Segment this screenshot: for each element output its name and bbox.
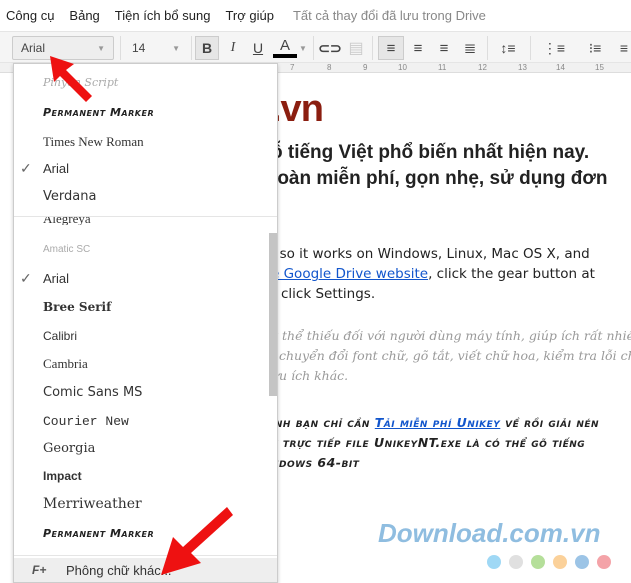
ruler-mark: 12: [478, 63, 487, 72]
watermark-logo: Download.com.vn: [378, 518, 601, 548]
align-center-icon[interactable]: ≡: [406, 36, 430, 60]
text: , click the gear button at: [428, 266, 595, 282]
scrollbar-thumb[interactable]: [269, 233, 277, 396]
dot: [553, 555, 567, 569]
ruler-mark: 15: [595, 63, 604, 72]
align-right-icon[interactable]: ≡: [432, 36, 456, 60]
ruler-mark: 9: [363, 63, 368, 72]
underline-button[interactable]: U: [247, 36, 269, 60]
dot: [531, 555, 545, 569]
dot: [509, 555, 523, 569]
font-size-value: 14: [132, 41, 146, 55]
dot: [575, 555, 589, 569]
chevron-down-icon: ▼: [172, 43, 180, 53]
font-size-select[interactable]: 14 ▼: [126, 36, 186, 60]
menu-tools[interactable]: Công cụ: [6, 8, 54, 23]
font-option-times-new-roman[interactable]: Times New Roman: [43, 134, 144, 150]
dot: [597, 555, 611, 569]
ruler-mark: 11: [438, 63, 447, 72]
menu-addons[interactable]: Tiện ích bổ sung: [115, 8, 211, 23]
checkmark-icon: ✓: [20, 160, 32, 176]
line-spacing-icon[interactable]: ↕≡: [492, 36, 524, 60]
font-option-verdana[interactable]: Verdana: [43, 189, 96, 204]
link-icon[interactable]: ⊂⊃: [318, 36, 342, 60]
watermark-dots: [487, 555, 611, 569]
font-option-georgia[interactable]: Georgia: [43, 441, 95, 456]
font-option-calibri[interactable]: Calibri: [43, 329, 77, 343]
dot: [487, 555, 501, 569]
indent-icon[interactable]: ≡: [617, 36, 631, 60]
font-option-alegreya[interactable]: Alegreya: [43, 217, 91, 225]
menu-table[interactable]: Bảng: [69, 8, 99, 23]
font-dropdown-menu: Pinyon Script Permanent Marker Times New…: [13, 63, 278, 583]
ruler-mark: 10: [398, 63, 407, 72]
font-value: Arial: [21, 41, 46, 55]
ruler-mark: 14: [556, 63, 565, 72]
more-fonts-label: Phông chữ khác...: [66, 563, 172, 578]
doc-marker-line: y trực tiếp file UnikeyNT.exe là có thể …: [271, 435, 586, 450]
align-left-icon[interactable]: ≡: [378, 36, 404, 60]
doc-script-line: y thể thiếu đối với người dùng máy tính,…: [271, 328, 631, 343]
font-option-arial[interactable]: Arial: [43, 271, 69, 286]
font-option-courier-new[interactable]: Courier New: [43, 414, 129, 429]
font-option-arial[interactable]: Arial: [43, 161, 69, 176]
doc-marker-line: ndows 64-bit: [271, 455, 360, 470]
doc-script-line: ữu ích khác.: [271, 368, 349, 383]
unikey-download-link[interactable]: Tải miễn phí Unikey: [375, 415, 501, 430]
doc-body-line: click Settings.: [281, 286, 376, 302]
text: về rồi giải nén: [500, 415, 600, 430]
ruler-mark: 7: [290, 63, 295, 72]
font-option-comic-sans-ms[interactable]: Comic Sans MS: [43, 385, 142, 400]
more-fonts-button[interactable]: F+ Phông chữ khác...: [14, 558, 277, 582]
doc-heading-line: ỗ tiếng Việt phổ biến nhất hiện nay.: [271, 142, 590, 163]
font-option-pinyon-script[interactable]: Pinyon Script: [43, 76, 118, 89]
font-option-cambria[interactable]: Cambria: [43, 356, 88, 372]
comment-icon[interactable]: ▤: [346, 36, 366, 60]
checkmark-icon: ✓: [20, 270, 32, 286]
font-option-permanent-marker[interactable]: Permanent Marker: [43, 527, 154, 540]
save-status: Tất cả thay đổi đã lưu trong Drive: [292, 7, 486, 23]
bulleted-list-icon[interactable]: ⁝≡: [576, 36, 614, 60]
font-option-bree-serif[interactable]: Bree Serif: [43, 300, 111, 314]
menu-help[interactable]: Trợ giúp: [225, 8, 274, 23]
ruler-mark: 13: [518, 63, 527, 72]
numbered-list-icon[interactable]: ⋮≡: [535, 36, 573, 60]
text-color-button[interactable]: A: [273, 36, 297, 58]
google-drive-link[interactable]: e Google Drive website: [271, 266, 428, 282]
font-option-permanent-marker[interactable]: Permanent Marker: [43, 106, 154, 119]
doc-script-line: , chuyển đổi font chữ, gõ tắt, viết chữ …: [271, 348, 631, 363]
doc-marker-line: ính bạn chỉ cần Tải miễn phí Unikey về r…: [271, 415, 599, 430]
chevron-down-icon: ▼: [97, 43, 105, 53]
font-option-impact[interactable]: Impact: [43, 469, 82, 483]
doc-body-line: , so it works on Windows, Linux, Mac OS …: [271, 246, 590, 262]
font-family-select[interactable]: Arial ▼: [12, 36, 114, 60]
menu-bar: Công cụ Bảng Tiện ích bổ sung Trợ giúp T…: [0, 0, 631, 30]
align-justify-icon[interactable]: ≣: [458, 36, 482, 60]
doc-title: .vn: [271, 88, 324, 130]
italic-button[interactable]: I: [222, 36, 244, 60]
font-option-merriweather[interactable]: Merriweather: [43, 496, 142, 512]
font-option-amatic-sc[interactable]: Amatic SC: [43, 244, 90, 255]
add-font-icon: F+: [32, 563, 47, 577]
bold-button[interactable]: B: [195, 36, 219, 60]
toolbar: Arial ▼ 14 ▼ B I U A ▼ ⊂⊃ ▤ ≡ ≡ ≡ ≣ ↕≡ ⋮≡ …: [0, 31, 631, 63]
doc-body-line: e Google Drive website, click the gear b…: [271, 266, 595, 282]
text: ính bạn chỉ cần: [271, 415, 375, 430]
text: , so it works on Windows, Linux, Mac OS …: [271, 246, 590, 262]
chevron-down-icon[interactable]: ▼: [298, 36, 308, 60]
ruler-mark: 8: [327, 63, 332, 72]
divider: [14, 555, 277, 556]
doc-heading-line: toàn miễn phí, gọn nhẹ, sử dụng đơn: [271, 168, 608, 189]
